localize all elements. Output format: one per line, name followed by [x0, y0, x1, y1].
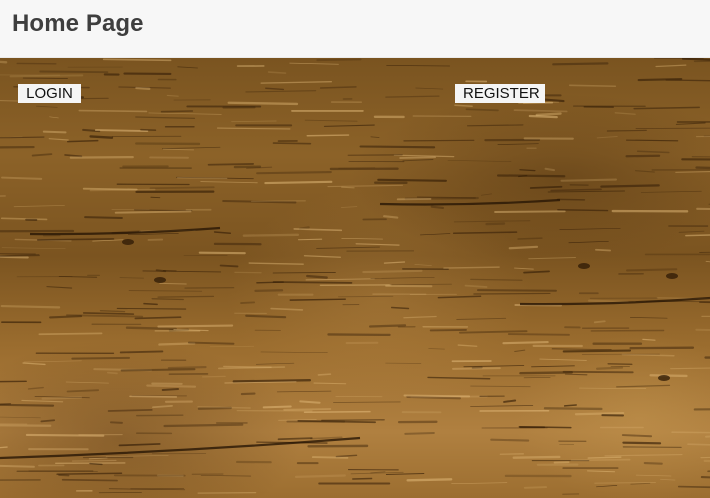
login-button[interactable]: LOGIN: [18, 84, 81, 103]
wood-background: LOGIN REGISTER: [0, 58, 710, 498]
app-bar: Home Page: [0, 0, 710, 58]
wood-grain: [0, 58, 710, 495]
register-button[interactable]: REGISTER: [455, 84, 545, 103]
page-title: Home Page: [12, 10, 144, 37]
wood-texture-image: [0, 58, 710, 495]
